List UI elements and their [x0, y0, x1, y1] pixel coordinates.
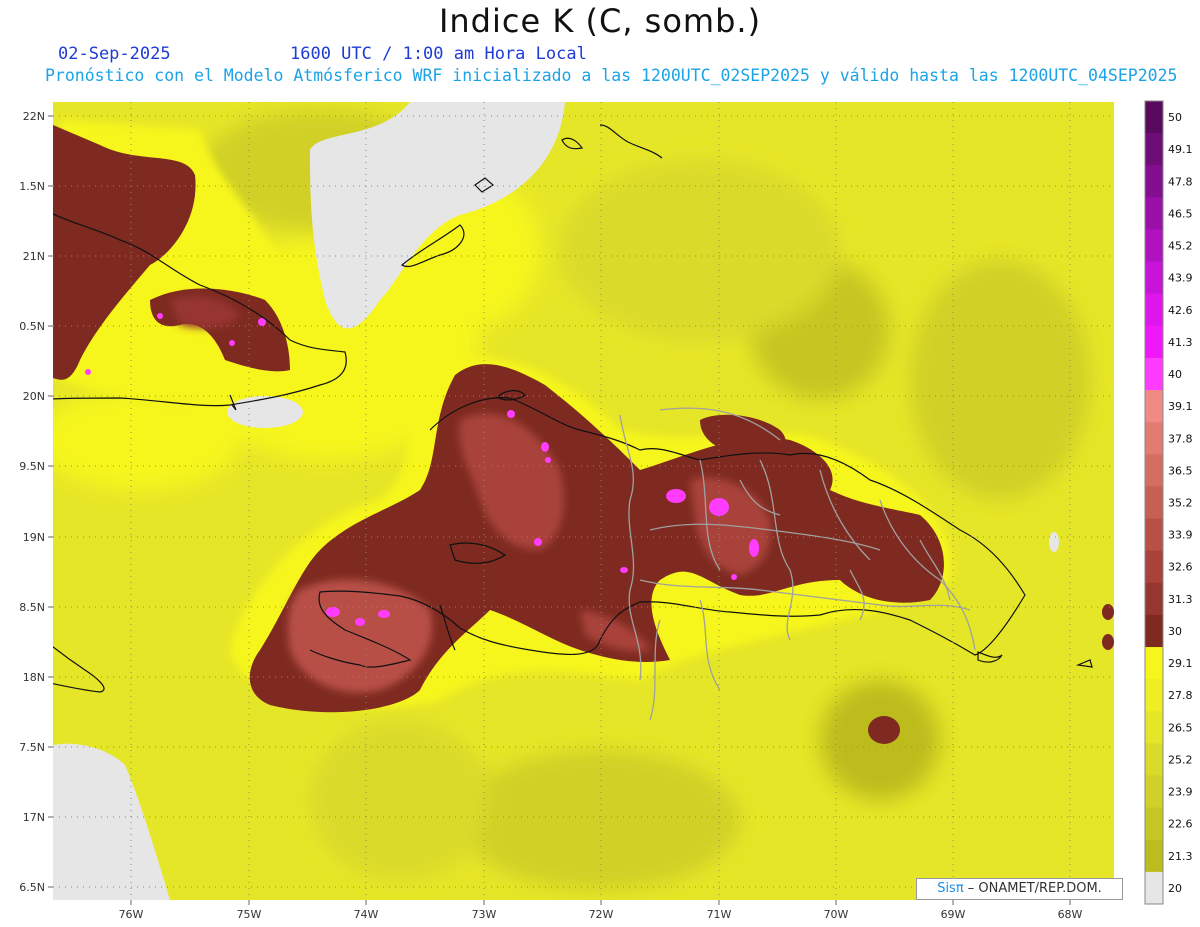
colorbar-swatch — [1145, 325, 1163, 359]
colorbar-swatch — [1145, 101, 1163, 134]
lat-label: 9.5N — [19, 460, 45, 473]
colorbar-swatch — [1145, 133, 1163, 166]
lat-label: 7.5N — [19, 741, 45, 754]
colorbar-swatch — [1145, 550, 1163, 584]
colorbar-label: 40 — [1168, 368, 1182, 381]
colorbar-label: 32.6 — [1168, 561, 1193, 574]
colorbar: 50 49.1 47.8 46.5 45.2 43.9 42.6 41.3 40 39.1 37.8… — [1145, 101, 1193, 905]
colorbar-label: 27.8 — [1168, 689, 1193, 702]
lon-label: 76W — [119, 908, 144, 921]
colorbar-label: 50 — [1168, 111, 1182, 124]
lon-label: 74W — [354, 908, 379, 921]
colorbar-label: 41.3 — [1168, 336, 1193, 349]
colorbar-swatch — [1145, 261, 1163, 295]
colorbar-swatch — [1145, 647, 1163, 680]
lon-label: 73W — [472, 908, 497, 921]
credit-org: – ONAMET/REP.DOM. — [963, 881, 1102, 896]
colorbar-swatch — [1145, 229, 1163, 263]
colorbar-label: 42.6 — [1168, 304, 1193, 317]
lon-label: 69W — [941, 908, 966, 921]
colorbar-label: 49.1 — [1168, 143, 1193, 156]
colorbar-swatch — [1145, 711, 1163, 744]
lat-label: 22N — [23, 110, 45, 123]
colorbar-label: 20 — [1168, 882, 1182, 895]
lon-label: 75W — [237, 908, 262, 921]
colorbar-label: 46.5 — [1168, 207, 1193, 220]
lon-label: 68W — [1058, 908, 1083, 921]
colorbar-label: 36.5 — [1168, 464, 1193, 477]
colorbar-label: 39.1 — [1168, 400, 1193, 413]
lat-label: 21N — [23, 250, 45, 263]
colorbar-label: 33.9 — [1168, 529, 1193, 542]
colorbar-swatch — [1145, 743, 1163, 777]
lat-label: 20N — [23, 390, 45, 403]
latitude-labels: 22N 1.5N 21N 0.5N 20N 9.5N 19N 8.5N 18N … — [19, 110, 45, 894]
map-panel — [53, 102, 1114, 900]
lon-label: 71W — [707, 908, 732, 921]
lat-label: 0.5N — [19, 320, 45, 333]
lat-label: 17N — [23, 811, 45, 824]
colorbar-swatch — [1145, 422, 1163, 455]
colorbar-label: 47.8 — [1168, 175, 1193, 188]
colorbar-label: 21.3 — [1168, 850, 1193, 863]
credit-box: Sisπ – ONAMET/REP.DOM. — [916, 878, 1123, 900]
colorbar-swatch — [1145, 775, 1163, 809]
lon-label: 72W — [589, 908, 614, 921]
lat-label: 8.5N — [19, 601, 45, 614]
longitude-labels: 76W 75W 74W 73W 72W 71W 70W 69W 68W — [119, 908, 1083, 921]
lat-label: 19N — [23, 531, 45, 544]
colorbar-label: 45.2 — [1168, 240, 1193, 253]
colorbar-swatch — [1145, 839, 1163, 873]
lon-label: 70W — [824, 908, 849, 921]
colorbar-swatch — [1145, 454, 1163, 487]
lat-label: 18N — [23, 671, 45, 684]
colorbar-swatch — [1145, 807, 1163, 841]
colorbar-swatch — [1145, 357, 1163, 391]
colorbar-swatch — [1145, 486, 1163, 520]
colorbar-swatch — [1145, 518, 1163, 552]
colorbar-label: 37.8 — [1168, 432, 1193, 445]
colorbar-swatch — [1145, 390, 1163, 423]
credit-brand: Sisπ — [937, 881, 964, 896]
colorbar-swatch — [1145, 871, 1163, 905]
colorbar-swatch — [1145, 679, 1163, 712]
colorbar-label: 25.2 — [1168, 753, 1193, 766]
colorbar-swatch — [1145, 197, 1163, 230]
k-index-map: 22N 1.5N 21N 0.5N 20N 9.5N 19N 8.5N 18N … — [19, 100, 1193, 921]
colorbar-label: 30 — [1168, 625, 1182, 638]
colorbar-label: 22.6 — [1168, 818, 1193, 831]
colorbar-label: 23.9 — [1168, 786, 1193, 799]
colorbar-label: 35.2 — [1168, 497, 1193, 510]
colorbar-swatch — [1145, 165, 1163, 198]
colorbar-swatch — [1145, 293, 1163, 327]
colorbar-swatch — [1145, 582, 1163, 616]
colorbar-label: 43.9 — [1168, 272, 1193, 285]
colorbar-swatch — [1145, 614, 1163, 648]
colorbar-label: 26.5 — [1168, 721, 1193, 734]
lat-label: 6.5N — [19, 881, 45, 894]
lat-label: 1.5N — [19, 180, 45, 193]
colorbar-label: 31.3 — [1168, 593, 1193, 606]
colorbar-label: 29.1 — [1168, 657, 1193, 670]
